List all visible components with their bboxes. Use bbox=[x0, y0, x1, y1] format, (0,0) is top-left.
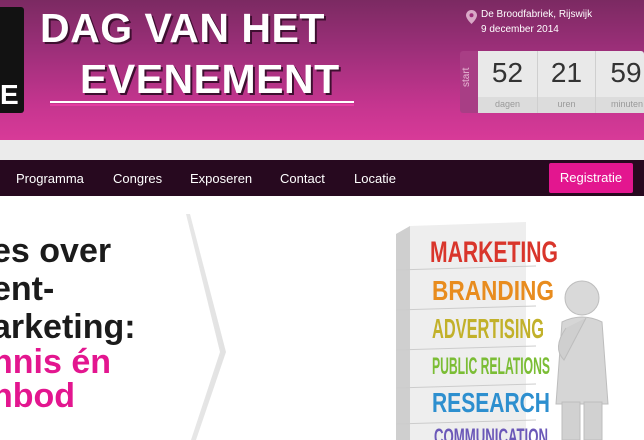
nav-item-programma[interactable]: Programma bbox=[16, 171, 84, 186]
registration-button[interactable]: Registratie bbox=[549, 163, 633, 193]
event-location: De Broodfabriek, Rijswijk bbox=[481, 9, 593, 20]
nav-item-exposeren[interactable]: Exposeren bbox=[190, 171, 252, 186]
countdown-hours-label: uren bbox=[557, 99, 576, 109]
word-advertising: ADVERTISING bbox=[432, 313, 544, 344]
site-title-line-2: EVENEMENT bbox=[80, 56, 340, 102]
marketing-stack-image: MARKETING BRANDING ADVERTISING PUBLIC RE… bbox=[376, 218, 636, 440]
logo[interactable]: E bbox=[0, 7, 24, 113]
title-underline-accent bbox=[50, 104, 354, 106]
countdown-days-value: 52 bbox=[491, 57, 524, 88]
word-public-relations: PUBLIC RELATIONS bbox=[432, 353, 550, 380]
hero-line-3: arketing: bbox=[0, 308, 136, 346]
hero-line-1: es over bbox=[0, 232, 112, 270]
word-branding: BRANDING bbox=[432, 275, 554, 306]
site-title-line-1: DAG VAN HET bbox=[40, 5, 325, 51]
countdown-minutes-label: minuten bbox=[610, 99, 644, 109]
hero-line-2: ent- bbox=[0, 270, 55, 308]
countdown-hours-value: 21 bbox=[550, 57, 583, 88]
hero-line-5: nbod bbox=[0, 377, 76, 415]
word-research: RESEARCH bbox=[432, 387, 550, 418]
countdown-start-tab: start bbox=[460, 51, 478, 113]
nav-item-locatie[interactable]: Locatie bbox=[354, 171, 396, 186]
countdown-days-label: dagen bbox=[494, 99, 521, 109]
location-pin-icon bbox=[466, 10, 477, 24]
header: E DAG VAN HET EVENEMENT De Broodfabriek,… bbox=[0, 0, 644, 140]
countdown-minutes-value: 59 bbox=[610, 57, 642, 88]
page: E DAG VAN HET EVENEMENT De Broodfabriek,… bbox=[0, 0, 644, 440]
countdown-minutes: 59 minuten bbox=[596, 51, 644, 113]
nav-item-congres[interactable]: Congres bbox=[113, 171, 162, 186]
header-band bbox=[0, 140, 644, 160]
logo-letter: E bbox=[0, 79, 19, 110]
word-marketing: MARKETING bbox=[430, 236, 558, 269]
hero-line-4: nnis én bbox=[0, 343, 112, 381]
title-underline bbox=[50, 101, 354, 103]
countdown-days: 52 dagen bbox=[478, 51, 538, 113]
countdown-start-label: start bbox=[461, 67, 472, 87]
word-communication: COMMUNICATION bbox=[434, 424, 548, 440]
countdown-timer: 52 dagen 21 uren 59 minuten bbox=[478, 51, 644, 113]
countdown-hours: 21 uren bbox=[538, 51, 596, 113]
event-date: 9 december 2014 bbox=[481, 24, 559, 35]
main-nav: Programma Congres Exposeren Contact Loca… bbox=[0, 160, 644, 196]
nav-item-contact[interactable]: Contact bbox=[280, 171, 325, 186]
